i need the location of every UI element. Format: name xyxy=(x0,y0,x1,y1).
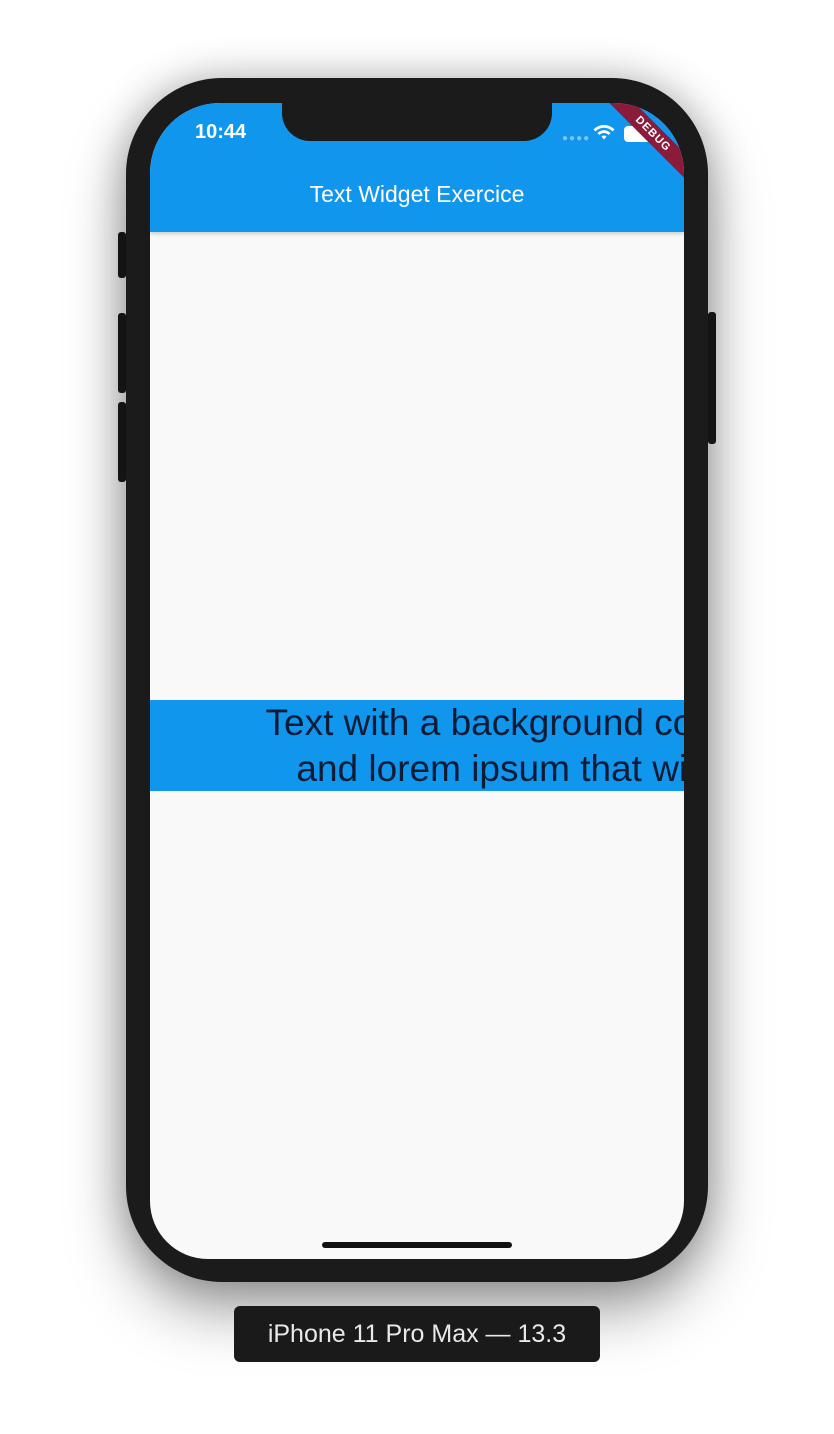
home-indicator[interactable] xyxy=(322,1242,512,1248)
mute-switch xyxy=(118,232,126,278)
phone-screen: 10:44 ●●●● Text Widget Exercice DEBUG Te… xyxy=(150,103,684,1259)
status-time: 10:44 xyxy=(195,121,247,143)
text-line-2: and lorem ipsum that will xyxy=(296,748,684,789)
wifi-icon xyxy=(593,125,615,140)
text-line-1: Text with a background color xyxy=(265,702,684,743)
device-label: iPhone 11 Pro Max — 13.3 xyxy=(234,1306,600,1362)
notch xyxy=(282,103,552,141)
debug-banner: DEBUG xyxy=(600,103,684,187)
text-widget: Text with a background color and lorem i… xyxy=(150,700,684,791)
app-bar-title: Text Widget Exercice xyxy=(309,181,525,207)
power-button xyxy=(708,312,716,444)
cellular-signal-icon: ●●●● xyxy=(562,133,591,144)
volume-up-button xyxy=(118,313,126,393)
volume-down-button xyxy=(118,402,126,482)
app-bar: 10:44 ●●●● Text Widget Exercice DEBUG xyxy=(150,103,684,232)
